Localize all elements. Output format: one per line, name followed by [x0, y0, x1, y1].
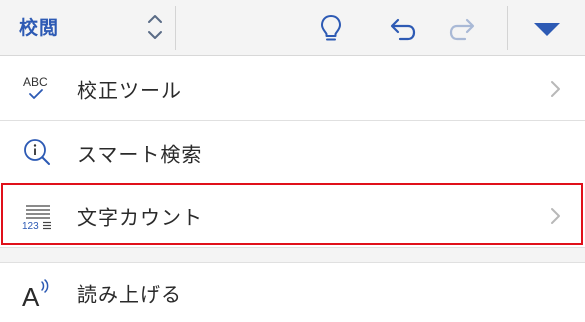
chevron-right-icon: [551, 81, 560, 97]
section-gap: [0, 247, 585, 263]
menu-item-smart-lookup[interactable]: スマート検索: [0, 121, 585, 185]
menu-item-label: 読み上げる: [77, 282, 182, 306]
svg-text:123: 123: [22, 221, 39, 232]
dropdown-triangle-icon[interactable]: [530, 11, 564, 45]
word-count-icon: 123: [22, 205, 51, 232]
read-aloud-icon: A: [22, 278, 49, 311]
redo-icon[interactable]: [447, 11, 481, 45]
menu-item-label: スマート検索: [77, 142, 203, 167]
undo-icon[interactable]: [384, 11, 418, 45]
svg-text:ABC: ABC: [23, 75, 48, 89]
tab-label-review[interactable]: 校閲: [19, 13, 59, 40]
menu-item-label: 文字カウント: [77, 205, 203, 230]
toolbar-divider: [507, 6, 508, 50]
menu-item-word-count[interactable]: 123 文字カウント: [0, 184, 585, 248]
toolbar-divider: [175, 6, 176, 50]
chevron-right-icon: [551, 208, 560, 224]
smart-lookup-icon: [24, 139, 50, 165]
menu-item-label: 校正ツール: [77, 78, 182, 103]
up-down-chevron-icon[interactable]: [146, 11, 164, 43]
menu-item-read-aloud[interactable]: A 読み上げる: [0, 263, 585, 322]
svg-text:A: A: [22, 282, 40, 311]
lightbulb-icon[interactable]: [314, 11, 348, 45]
toolbar: 校閲: [0, 0, 585, 56]
abc-check-icon: ABC: [23, 75, 48, 99]
menu-item-proofing-tools[interactable]: ABC 校正ツール: [0, 57, 585, 121]
